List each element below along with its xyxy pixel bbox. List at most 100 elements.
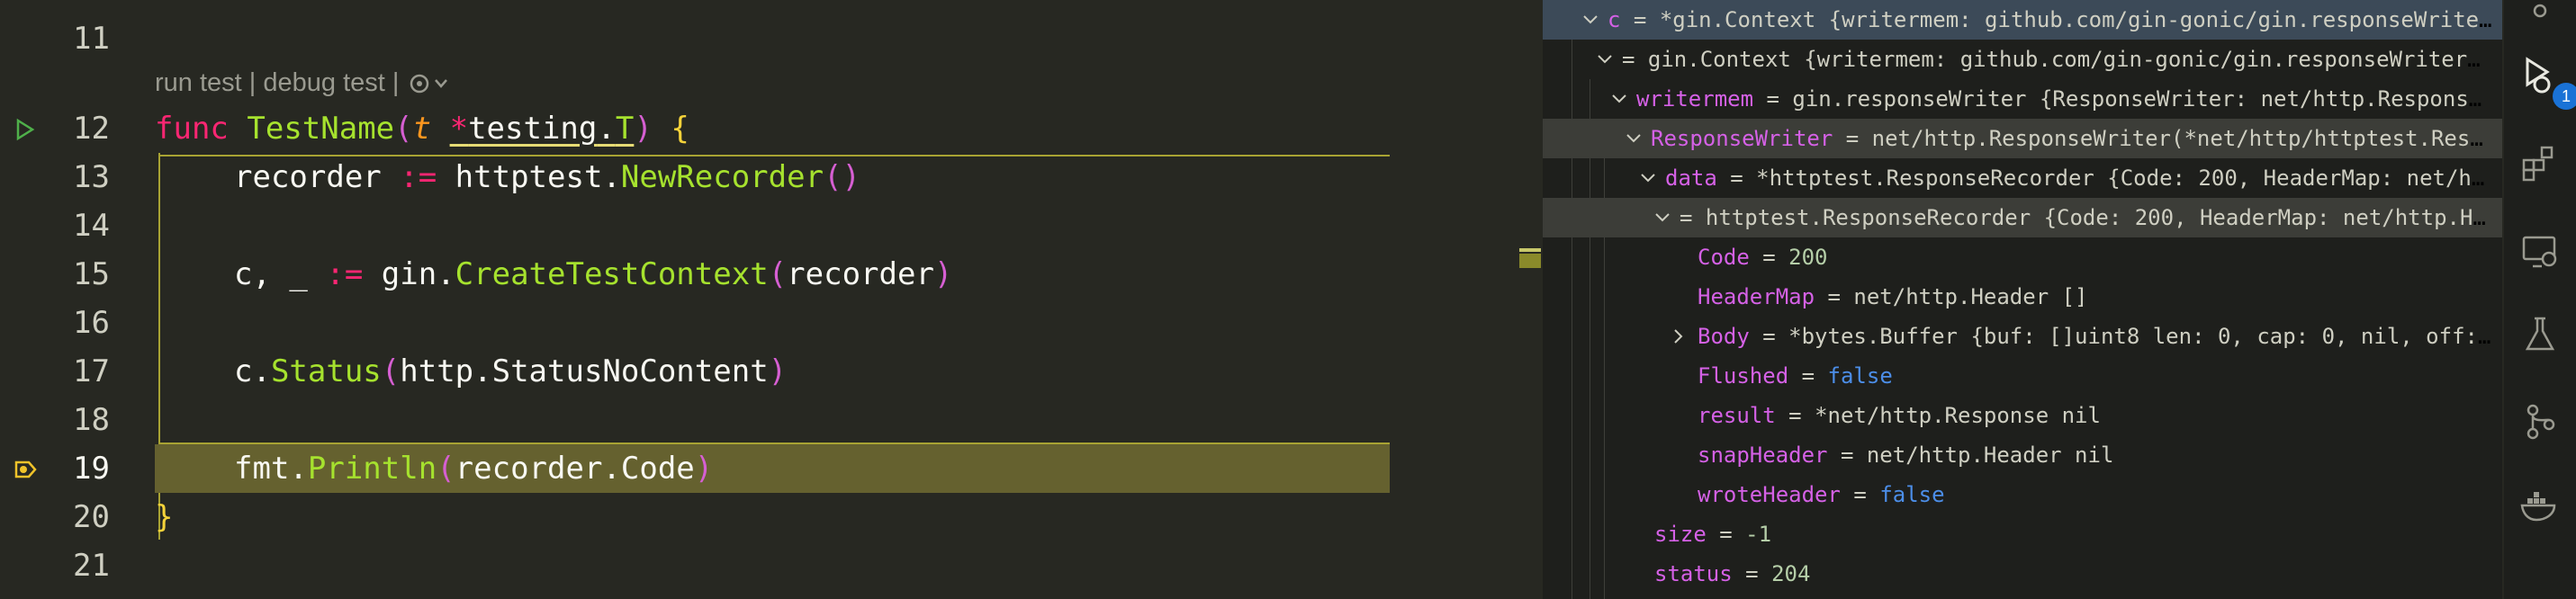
variable-value: false bbox=[1827, 363, 1893, 389]
code-line[interactable]: 13 recorder := httptest.NewRecorder() bbox=[0, 153, 1541, 201]
variable-row[interactable]: = gin.Context {writermem: github.com/gin… bbox=[1543, 40, 2502, 79]
token-paren: ) bbox=[768, 353, 788, 389]
scrollbar-marker bbox=[1519, 248, 1541, 252]
variable-equals: = bbox=[1716, 165, 1757, 191]
variable-equals: = bbox=[1680, 205, 1706, 230]
git-graph-icon[interactable] bbox=[2520, 401, 2560, 441]
variable-value: *bytes.Buffer {buf: []uint8 len: 0, cap:… bbox=[1788, 324, 2493, 349]
variable-name: ResponseWriter bbox=[1651, 126, 1833, 151]
variable-equals: = bbox=[1749, 324, 1789, 349]
variable-value: *net/http.Response nil bbox=[1815, 403, 2101, 428]
chevron-down-icon[interactable] bbox=[1636, 158, 1660, 198]
line-number: 19 bbox=[73, 451, 110, 487]
token-brace: } bbox=[155, 499, 174, 535]
variable-value: net/http.ResponseWriter(*net/http/httpte… bbox=[1871, 126, 2493, 151]
variable-row[interactable]: Code = 200 bbox=[1543, 237, 2502, 277]
code-line[interactable]: 12 func TestName(t *testing.T) { bbox=[0, 104, 1541, 153]
variable-value: false bbox=[1879, 482, 1945, 507]
code-line[interactable]: 18 bbox=[0, 396, 1541, 444]
variable-row[interactable]: Body = *bytes.Buffer {buf: []uint8 len: … bbox=[1543, 317, 2502, 356]
variable-row[interactable]: = httptest.ResponseRecorder {Code: 200, … bbox=[1543, 198, 2502, 237]
codelens-separator: | bbox=[392, 68, 400, 97]
code-line[interactable]: 15 c, _ := gin.CreateTestContext(recorde… bbox=[0, 250, 1541, 299]
line-number: 12 bbox=[73, 111, 110, 147]
variable-name: Body bbox=[1698, 324, 1750, 349]
variable-equals: = bbox=[1622, 47, 1648, 72]
line-number: 21 bbox=[73, 548, 110, 584]
variable-value: *gin.Context {writermem: github.com/gin-… bbox=[1659, 7, 2493, 32]
variable-row[interactable]: Flushed = false bbox=[1543, 356, 2502, 396]
testing-icon[interactable] bbox=[2520, 315, 2560, 354]
debug-test-link[interactable]: debug test bbox=[263, 68, 384, 97]
variable-value: 204 bbox=[1771, 561, 1811, 586]
run-test-link[interactable]: run test bbox=[155, 68, 242, 97]
code-text: c, _ := gin.CreateTestContext(recorder) bbox=[234, 250, 952, 299]
token-param: t bbox=[412, 111, 432, 147]
gear-icon[interactable] bbox=[407, 70, 450, 97]
code-editor[interactable]: 11 run test | debug test | 12 func TestN… bbox=[0, 0, 1541, 599]
line-number: 14 bbox=[73, 208, 110, 244]
variable-name: c bbox=[1608, 7, 1621, 32]
variable-row[interactable]: data = *httptest.ResponseRecorder {Code:… bbox=[1543, 158, 2502, 198]
code-text: fmt.Println(recorder.Code) bbox=[234, 444, 713, 493]
code-line[interactable]: 21 bbox=[0, 541, 1541, 590]
code-line[interactable]: 16 bbox=[0, 299, 1541, 347]
docker-icon[interactable] bbox=[2520, 486, 2560, 525]
token-text: c. bbox=[234, 353, 271, 389]
variable-row[interactable]: c = *gin.Context {writermem: github.com/… bbox=[1543, 0, 2502, 40]
variable-row[interactable]: ResponseWriter = net/http.ResponseWriter… bbox=[1543, 119, 2502, 158]
chevron-right-icon[interactable] bbox=[1667, 317, 1690, 356]
code-line[interactable]: 17 c.Status(http.StatusNoContent) bbox=[0, 347, 1541, 396]
variable-row[interactable]: snapHeader = net/http.Header nil bbox=[1543, 435, 2502, 475]
variable-value: -1 bbox=[1745, 522, 1772, 547]
token-keyword: func bbox=[155, 111, 229, 147]
token-text: c, _ bbox=[234, 256, 327, 292]
token-paren: ) bbox=[694, 451, 714, 487]
variable-equals: = bbox=[1620, 7, 1660, 32]
chevron-down-icon[interactable] bbox=[1579, 0, 1602, 40]
extensions-icon[interactable] bbox=[2520, 144, 2560, 183]
variable-equals: = bbox=[1788, 363, 1828, 389]
token-function: Println bbox=[307, 451, 437, 487]
token-operator: * bbox=[449, 111, 469, 147]
variable-row[interactable]: wroteHeader = false bbox=[1543, 475, 2502, 514]
variable-row[interactable]: writermem = gin.responseWriter {Response… bbox=[1543, 79, 2502, 119]
debug-variables-panel[interactable]: c = *gin.Context {writermem: github.com/… bbox=[1543, 0, 2502, 599]
circle-icon[interactable] bbox=[2520, 0, 2560, 34]
code-line-current[interactable]: 19 fmt.Println(recorder.Code) bbox=[0, 444, 1541, 493]
variable-equals: = bbox=[1815, 284, 1854, 309]
code-line[interactable]: 11 bbox=[0, 14, 1541, 63]
line-number: 18 bbox=[73, 402, 110, 438]
variable-value: gin.responseWriter {ResponseWriter: net/… bbox=[1792, 86, 2493, 112]
variable-row[interactable]: HeaderMap = net/http.Header [] bbox=[1543, 277, 2502, 317]
chevron-down-icon[interactable] bbox=[1608, 79, 1631, 119]
variable-name: data bbox=[1665, 165, 1717, 191]
remote-explorer-icon[interactable] bbox=[2520, 232, 2560, 272]
run-test-icon[interactable] bbox=[13, 117, 38, 142]
variable-value: 200 bbox=[1788, 245, 1828, 270]
token-text: recorder.Code bbox=[455, 451, 695, 487]
breakpoint-current-icon[interactable] bbox=[13, 457, 38, 482]
token-paren: ( bbox=[381, 353, 401, 389]
codelens: run test | debug test | bbox=[155, 65, 450, 101]
variable-equals: = bbox=[1833, 126, 1872, 151]
chevron-down-icon[interactable] bbox=[1651, 198, 1674, 237]
token-paren: ) bbox=[634, 111, 653, 147]
token-paren: ) bbox=[933, 256, 953, 292]
variable-value: gin.Context {writermem: github.com/gin-g… bbox=[1647, 47, 2493, 72]
variable-name: HeaderMap bbox=[1698, 284, 1815, 309]
code-line[interactable]: 14 bbox=[0, 201, 1541, 250]
variable-row[interactable]: size = -1 bbox=[1543, 514, 2502, 554]
variable-row[interactable]: status = 204 bbox=[1543, 554, 2502, 594]
variable-name: Flushed bbox=[1698, 363, 1789, 389]
chevron-down-icon[interactable] bbox=[1622, 119, 1645, 158]
variable-name: wroteHeader bbox=[1698, 482, 1841, 507]
chevron-down-icon[interactable] bbox=[1593, 40, 1617, 79]
variable-value: httptest.ResponseRecorder {Code: 200, He… bbox=[1705, 205, 2493, 230]
token-paren: ( bbox=[394, 111, 413, 147]
variable-equals: = bbox=[1775, 403, 1815, 428]
variable-name: status bbox=[1654, 561, 1733, 586]
code-text: recorder := httptest.NewRecorder() bbox=[234, 153, 860, 201]
variable-row[interactable]: result = *net/http.Response nil bbox=[1543, 396, 2502, 435]
code-line[interactable]: 20 } bbox=[0, 493, 1541, 541]
